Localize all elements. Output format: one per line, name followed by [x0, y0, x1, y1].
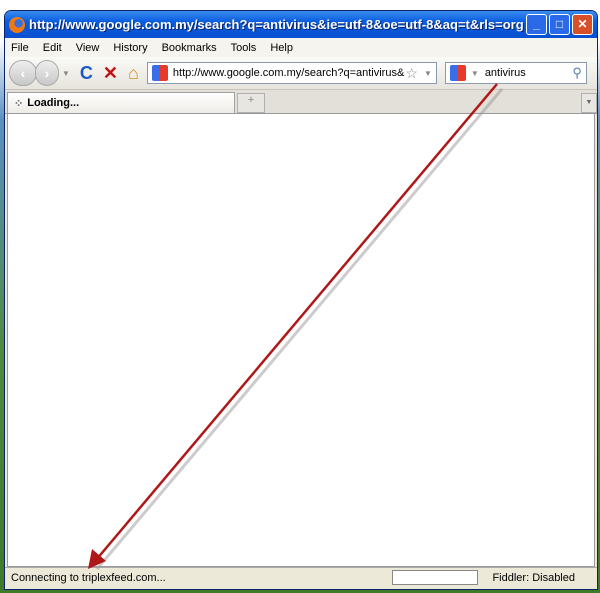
annotation-arrow — [88, 83, 504, 570]
arrow-line — [95, 83, 498, 561]
